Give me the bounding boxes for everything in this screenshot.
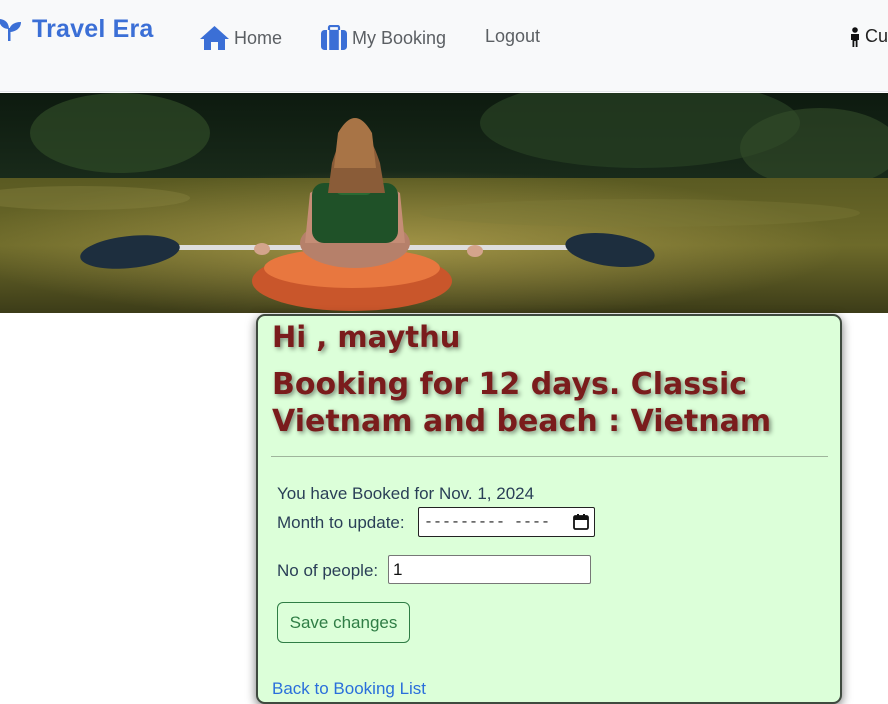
kayak-photo [0, 93, 888, 313]
nav-logout-label: Logout [485, 25, 541, 46]
booked-date-text: You have Booked for Nov. 1, 2024 [277, 484, 535, 503]
sprout-icon [0, 19, 21, 41]
nav-my-booking[interactable]: My Booking [320, 22, 446, 54]
brand-logo[interactable]: Travel Era [0, 12, 154, 46]
person-icon [851, 26, 859, 47]
nav-user[interactable]: Cu [849, 26, 888, 47]
greeting: Hi , maythu [272, 320, 461, 354]
booking-title: Booking for 12 days. Classic Vietnam and… [272, 367, 772, 439]
hero-image [0, 93, 888, 313]
nav-home-label: Home [234, 27, 283, 48]
home-icon [200, 26, 229, 50]
brand-name: Travel Era [32, 14, 154, 43]
people-label: No of people: [277, 561, 379, 580]
save-changes-button[interactable]: Save changes [277, 602, 410, 643]
divider [271, 456, 828, 457]
suitcase-icon [321, 25, 347, 50]
nav-my-booking-label: My Booking [352, 27, 447, 48]
month-input[interactable]: --------- ---- [418, 507, 595, 537]
booking-card: Hi , maythu Booking for 12 days. Classic… [256, 314, 842, 704]
month-label: Month to update: [277, 513, 405, 532]
nav-logout[interactable]: Logout [485, 20, 540, 52]
people-input[interactable]: 1 [388, 555, 591, 584]
people-value: 1 [393, 559, 403, 579]
navbar: Travel Era Home My Booking Logout Cu [0, 0, 888, 92]
back-to-booking-list-link[interactable]: Back to Booking List [272, 679, 426, 699]
calendar-icon[interactable] [573, 514, 589, 530]
nav-home[interactable]: Home [199, 22, 282, 54]
nav-user-label: Cu [865, 26, 888, 46]
month-placeholder: --------- ---- [424, 513, 551, 531]
